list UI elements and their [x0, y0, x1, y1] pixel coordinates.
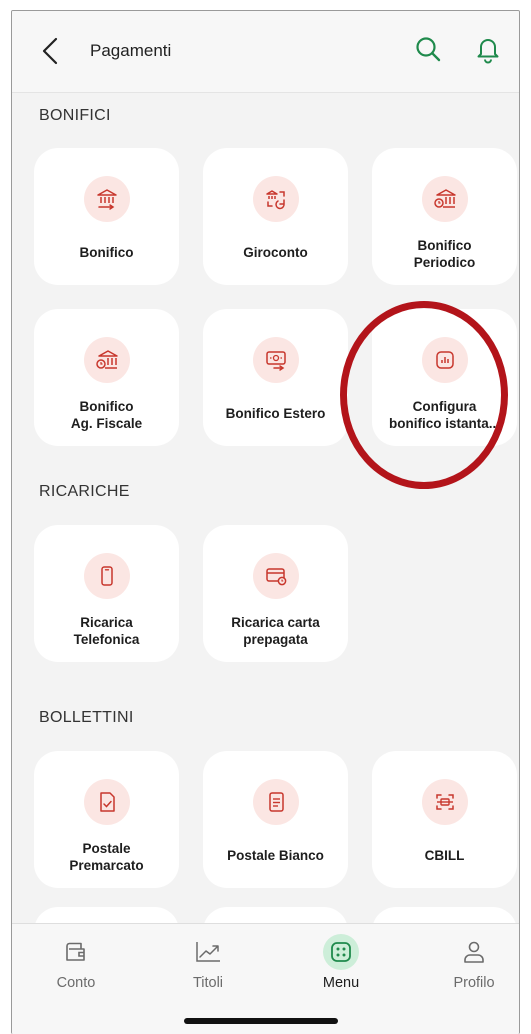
- nav-conto[interactable]: Conto: [31, 934, 121, 1004]
- tile-label: Bonifico Periodico: [413, 238, 476, 270]
- bank-transfer-icon: [96, 189, 117, 210]
- tile-bonifico-periodico[interactable]: Bonifico Periodico: [372, 148, 517, 285]
- tile-icon-circle: [252, 176, 299, 222]
- nav-titoli[interactable]: Titoli: [163, 934, 253, 1004]
- premarked-slip-icon: [99, 792, 115, 812]
- search-button[interactable]: [412, 33, 444, 65]
- tile-icon-circle: [421, 176, 468, 222]
- search-icon: [416, 37, 441, 62]
- tile-cbill[interactable]: CBILL: [372, 751, 517, 888]
- nav-label: Conto: [56, 975, 96, 991]
- tile-icon-circle: [252, 337, 299, 383]
- tile-label: CBILL: [424, 847, 465, 863]
- nav-label: Titoli: [192, 975, 224, 991]
- bank-clock-icon: [95, 350, 118, 369]
- tile-postale-bianco[interactable]: Postale Bianco: [203, 751, 348, 888]
- user-icon: [456, 934, 492, 970]
- tile-bonifico-ag-fiscale[interactable]: Bonifico Ag. Fiscale: [34, 309, 179, 446]
- tile-icon-circle: [252, 779, 299, 825]
- section-title-bonifici: BONIFICI: [39, 107, 111, 124]
- tile-icon-circle: [421, 337, 468, 383]
- tile-label: Bonifico Ag. Fiscale: [70, 399, 143, 431]
- tile-postale-premarcato[interactable]: Postale Premarcato: [34, 751, 179, 888]
- tile-icon-circle: [83, 779, 130, 825]
- tile-label: Configura bonifico istanta...: [388, 399, 500, 431]
- menu-grid-icon: [323, 934, 359, 970]
- tile-label: Ricarica Telefonica: [73, 615, 140, 647]
- nav-profilo[interactable]: Profilo: [429, 934, 519, 1004]
- tile-icon-circle: [252, 553, 299, 599]
- section-title-bollettini: BOLLETTINI: [39, 709, 134, 726]
- tile-label: Bonifico Estero: [225, 405, 326, 421]
- tile-icon-circle: [83, 176, 130, 222]
- nav-label: Profilo: [453, 975, 495, 991]
- chevron-left-icon: [42, 37, 58, 65]
- nav-menu[interactable]: Menu: [296, 934, 386, 1004]
- tile-label: Bonifico: [79, 244, 134, 260]
- bottom-navigation: Conto Titoli Menu Profilo: [12, 923, 519, 1034]
- blank-slip-icon: [268, 792, 284, 812]
- page-title: Pagamenti: [90, 41, 172, 60]
- tile-ricarica-telefonica[interactable]: Ricarica Telefonica: [34, 525, 179, 662]
- tile-bonifico[interactable]: Bonifico: [34, 148, 179, 285]
- bank-swap-icon: [265, 190, 285, 210]
- wallet-icon: [58, 934, 94, 970]
- home-indicator[interactable]: [184, 1018, 338, 1024]
- tile-ricarica-carta-prepagata[interactable]: Ricarica carta prepagata: [203, 525, 348, 662]
- foreign-transfer-icon: [265, 351, 286, 371]
- tile-icon-circle: [83, 553, 130, 599]
- tile-label: Ricarica carta prepagata: [231, 615, 320, 647]
- phone-icon: [100, 566, 113, 586]
- top-bar: Pagamenti: [12, 11, 519, 93]
- tile-configura-bonifico-istantaneo[interactable]: Configura bonifico istanta...: [372, 309, 517, 446]
- chart-trend-icon: [190, 934, 226, 970]
- tile-giroconto[interactable]: Giroconto: [203, 148, 348, 285]
- prepaid-card-icon: [265, 568, 286, 586]
- tile-label: Postale Bianco: [227, 847, 324, 863]
- notifications-button[interactable]: [472, 33, 504, 65]
- tile-label: Giroconto: [243, 244, 308, 260]
- tile-label: Postale Premarcato: [69, 841, 144, 873]
- app-screen: Pagamenti BONIFICI Bonifico Giroconto Bo…: [11, 10, 520, 1034]
- nav-label: Menu: [322, 975, 360, 991]
- tile-bonifico-estero[interactable]: Bonifico Estero: [203, 309, 348, 446]
- instant-chart-icon: [435, 351, 454, 369]
- back-button[interactable]: [38, 35, 66, 67]
- section-title-ricariche: RICARICHE: [39, 483, 130, 500]
- bank-clock-icon: [433, 189, 456, 208]
- tile-icon-circle: [83, 337, 130, 383]
- scan-icon: [435, 794, 454, 810]
- bell-icon: [477, 39, 499, 64]
- tile-icon-circle: [421, 779, 468, 825]
